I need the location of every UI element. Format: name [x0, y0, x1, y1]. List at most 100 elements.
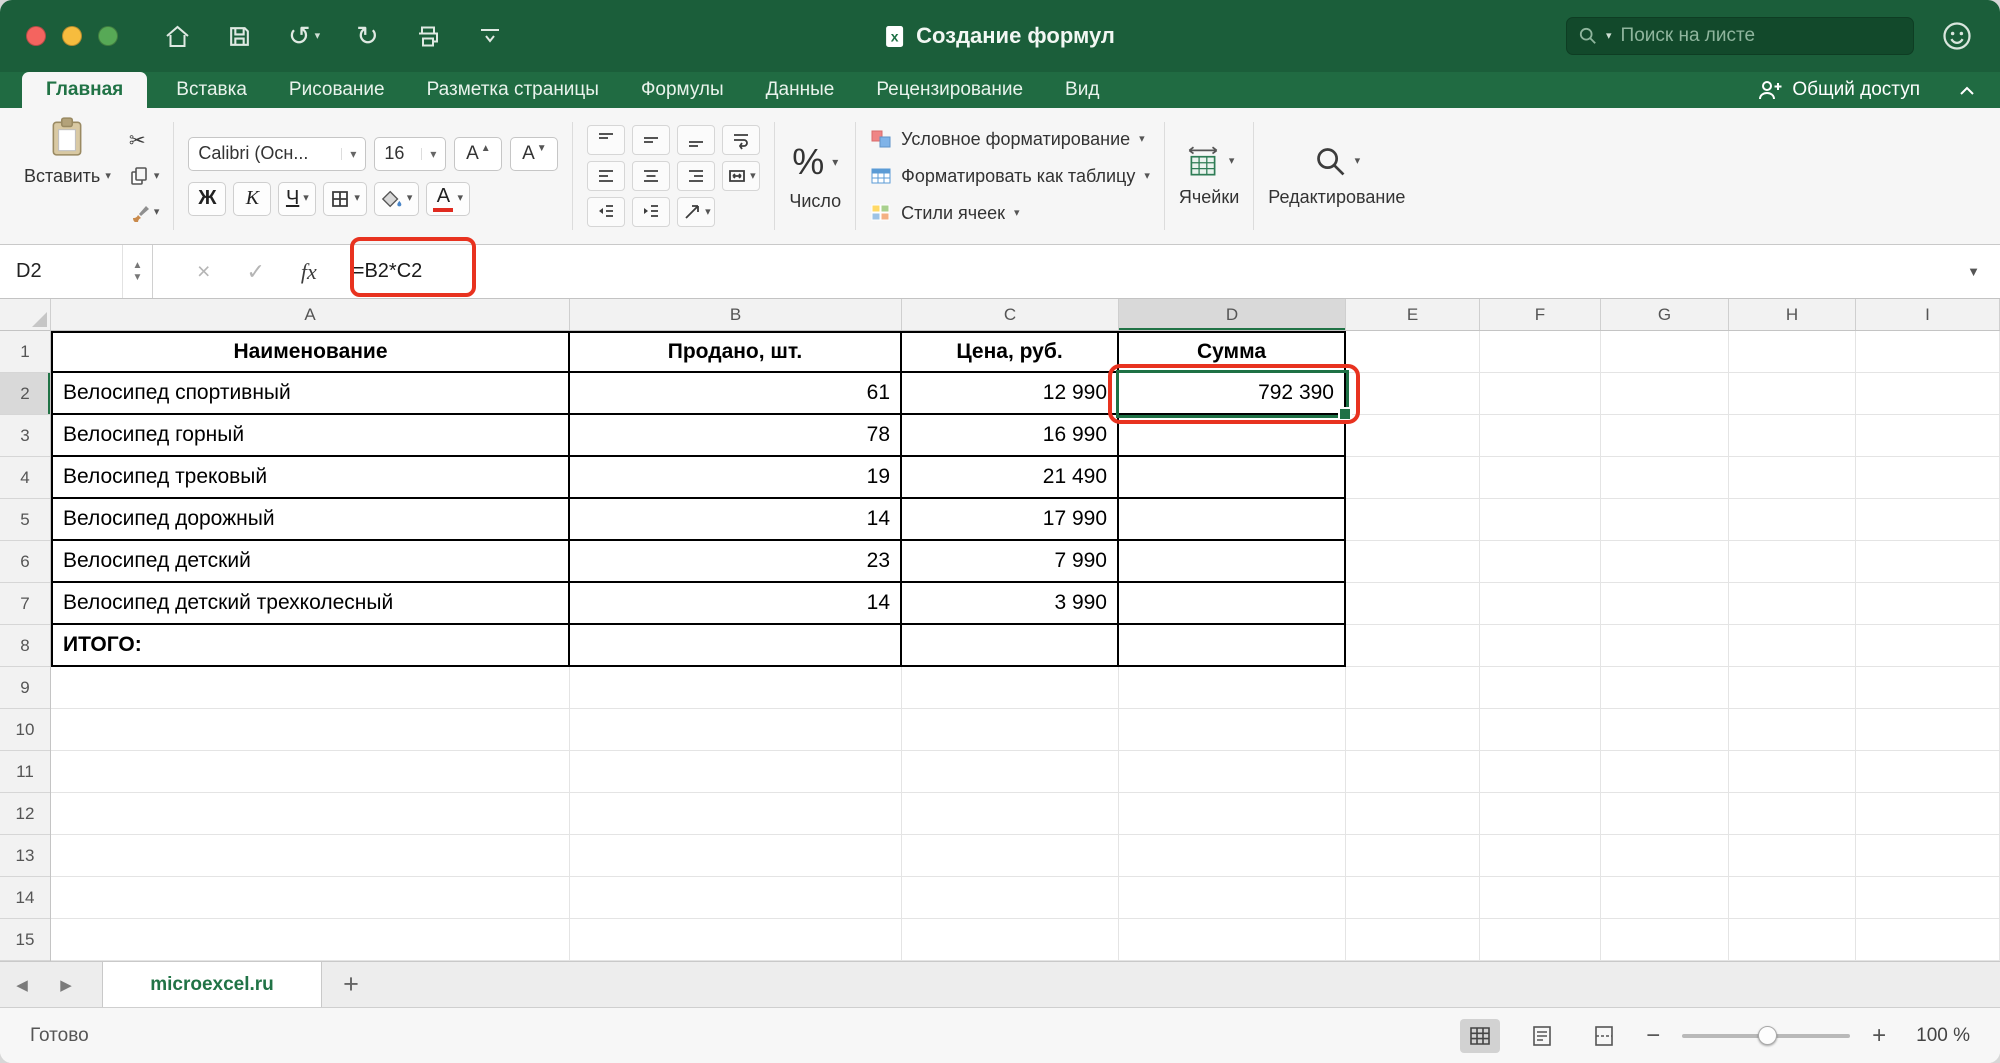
home-icon[interactable] [164, 24, 191, 49]
font-color-button[interactable]: A ▾ [426, 182, 470, 216]
cut-button[interactable]: ✂ [129, 127, 160, 153]
page-break-view-button[interactable] [1584, 1019, 1624, 1053]
tab-Формулы[interactable]: Формулы [628, 72, 737, 108]
cell-C5[interactable]: 17 990 [902, 499, 1119, 541]
zoom-level[interactable]: 100 % [1916, 1025, 1970, 1047]
row-header-12[interactable]: 12 [0, 793, 50, 835]
borders-dropdown-icon[interactable]: ▾ [354, 193, 360, 204]
cell-A5[interactable]: Велосипед дорожный [51, 499, 570, 541]
formula-input[interactable]: =B2*C2 [353, 260, 423, 283]
normal-view-button[interactable] [1460, 1019, 1500, 1053]
spinner-down-icon[interactable]: ▼ [133, 272, 143, 283]
cell-A3[interactable]: Велосипед горный [51, 415, 570, 457]
row-header-9[interactable]: 9 [0, 667, 50, 709]
underline-button[interactable]: Ч ▾ [278, 182, 316, 216]
cell-A8[interactable]: ИТОГО: [51, 625, 570, 667]
cell-D3[interactable] [1119, 415, 1346, 457]
row-header-11[interactable]: 11 [0, 751, 50, 793]
conditional-formatting-button[interactable]: Условное форматирование ▾ [870, 125, 1150, 153]
wrap-text-button[interactable] [722, 125, 760, 155]
cell-D6[interactable] [1119, 541, 1346, 583]
row-header-13[interactable]: 13 [0, 835, 50, 877]
row-header-6[interactable]: 6 [0, 541, 50, 583]
cell-A6[interactable]: Велосипед детский [51, 541, 570, 583]
cell-D1[interactable]: Сумма [1119, 331, 1346, 373]
cell-D2[interactable]: 792 390 [1119, 373, 1346, 415]
sheet-grid[interactable]: 123456789101112131415 НаименованиеПродан… [0, 331, 2000, 961]
bold-button[interactable]: Ж [188, 182, 226, 216]
text-orientation-button[interactable]: ▾ [677, 197, 715, 227]
save-icon[interactable] [227, 24, 252, 49]
minimize-window-button[interactable] [62, 26, 82, 46]
collapse-ribbon-button[interactable] [1956, 72, 1978, 108]
column-header-C[interactable]: C [902, 299, 1119, 330]
row-header-5[interactable]: 5 [0, 499, 50, 541]
italic-button[interactable]: К [233, 182, 271, 216]
cell-D7[interactable] [1119, 583, 1346, 625]
column-header-D[interactable]: D [1119, 299, 1346, 330]
undo-button[interactable]: ↺ ▾ [288, 23, 320, 50]
tab-Разметка страницы[interactable]: Разметка страницы [414, 72, 612, 108]
cells-dropdown-icon[interactable]: ▾ [1229, 156, 1235, 167]
column-header-A[interactable]: A [51, 299, 570, 330]
zoom-slider[interactable] [1682, 1034, 1850, 1038]
cell-A4[interactable]: Велосипед трековый [51, 457, 570, 499]
cell-styles-dropdown-icon[interactable]: ▾ [1014, 208, 1020, 219]
align-middle-button[interactable] [632, 125, 670, 155]
cell-C7[interactable]: 3 990 [902, 583, 1119, 625]
row-header-4[interactable]: 4 [0, 457, 50, 499]
cell-B3[interactable]: 78 [570, 415, 902, 457]
zoom-window-button[interactable] [98, 26, 118, 46]
cell-C3[interactable]: 16 990 [902, 415, 1119, 457]
align-left-button[interactable] [587, 161, 625, 191]
copy-dropdown-icon[interactable]: ▾ [154, 171, 160, 182]
tab-Рисование[interactable]: Рисование [276, 72, 398, 108]
conditional-formatting-dropdown-icon[interactable]: ▾ [1139, 134, 1145, 145]
cell-A7[interactable]: Велосипед детский трехколесный [51, 583, 570, 625]
cell-C1[interactable]: Цена, руб. [902, 331, 1119, 373]
redo-button[interactable]: ↻ [356, 23, 379, 50]
align-center-button[interactable] [632, 161, 670, 191]
enter-entry-icon[interactable]: ✓ [246, 259, 264, 285]
row-header-1[interactable]: 1 [0, 331, 50, 373]
align-right-button[interactable] [677, 161, 715, 191]
paste-button[interactable]: Вставить ▾ [18, 114, 117, 238]
sheet-search-input[interactable]: ▾ Поиск на листе [1566, 17, 1914, 55]
cell-A1[interactable]: Наименование [51, 331, 570, 373]
undo-dropdown-icon[interactable]: ▾ [315, 31, 321, 42]
row-header-3[interactable]: 3 [0, 415, 50, 457]
cell-B7[interactable]: 14 [570, 583, 902, 625]
merge-cells-button[interactable]: ▾ [722, 161, 760, 191]
cell-C2[interactable]: 12 990 [902, 373, 1119, 415]
font-name-combo[interactable]: Calibri (Осн... ▾ [188, 137, 366, 171]
cell-B6[interactable]: 23 [570, 541, 902, 583]
close-window-button[interactable] [26, 26, 46, 46]
orientation-dropdown-icon[interactable]: ▾ [705, 207, 711, 218]
decrease-indent-button[interactable] [587, 197, 625, 227]
cell-styles-button[interactable]: Стили ячеек ▾ [870, 199, 1150, 227]
print-icon[interactable] [415, 24, 441, 49]
cancel-entry-icon[interactable]: × [197, 258, 210, 285]
copy-button[interactable]: ▾ [129, 163, 160, 189]
name-box-spinner[interactable]: ▲ ▼ [122, 245, 152, 298]
format-as-table-button[interactable]: Форматировать как таблицу ▾ [870, 162, 1150, 190]
search-scope-dropdown-icon[interactable]: ▾ [1606, 31, 1612, 42]
number-format-button[interactable]: % ▾ [792, 141, 838, 183]
column-header-G[interactable]: G [1601, 299, 1729, 330]
number-format-dropdown-icon[interactable]: ▾ [832, 156, 838, 168]
merge-dropdown-icon[interactable]: ▾ [750, 171, 756, 182]
sheet-tab-active[interactable]: microexcel.ru [102, 962, 322, 1007]
cells-button[interactable]: ▾ Ячейки [1179, 114, 1239, 238]
borders-button[interactable]: ▾ [323, 182, 367, 216]
editing-button[interactable]: ▾ Редактирование [1268, 114, 1405, 238]
column-header-E[interactable]: E [1346, 299, 1480, 330]
row-header-10[interactable]: 10 [0, 709, 50, 751]
font-size-combo[interactable]: 16 ▾ [374, 137, 446, 171]
cell-C6[interactable]: 7 990 [902, 541, 1119, 583]
column-header-F[interactable]: F [1480, 299, 1601, 330]
underline-dropdown-icon[interactable]: ▾ [303, 193, 309, 204]
cell-B1[interactable]: Продано, шт. [570, 331, 902, 373]
cell-B4[interactable]: 19 [570, 457, 902, 499]
format-as-table-dropdown-icon[interactable]: ▾ [1144, 171, 1150, 182]
feedback-smiley-icon[interactable] [1942, 21, 1972, 51]
